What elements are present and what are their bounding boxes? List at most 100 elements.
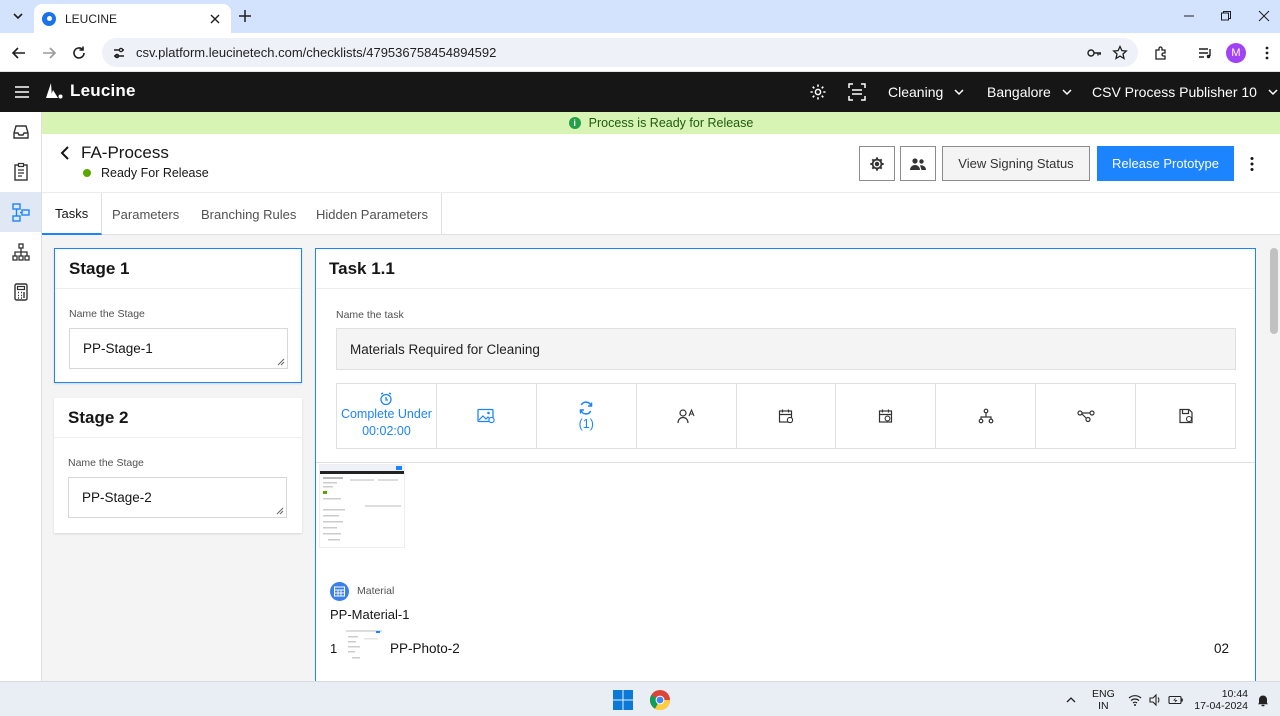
recurrence-count: (1)	[578, 416, 594, 431]
material-name: PP-Material-1	[330, 607, 410, 622]
battery-icon[interactable]	[1168, 693, 1184, 707]
restore-icon[interactable]	[1218, 8, 1234, 24]
reload-icon[interactable]	[70, 44, 88, 62]
page-scrollbar[interactable]	[1270, 248, 1278, 334]
browser-tab-strip: LEUCINE	[0, 0, 1280, 33]
alarm-clock-icon	[380, 392, 393, 406]
material-type-label: Material	[357, 585, 395, 597]
status-dot	[83, 169, 91, 177]
recurrence-button[interactable]: (1)	[537, 384, 637, 448]
process-title: FA-Process	[81, 143, 169, 162]
assign-user-button[interactable]	[637, 384, 737, 448]
minimize-icon[interactable]	[1181, 8, 1197, 24]
address-bar[interactable]: csv.platform.leucinetech.com/checklists/…	[102, 38, 1138, 67]
profile-avatar[interactable]: M	[1226, 43, 1246, 63]
media-button[interactable]	[437, 384, 537, 448]
hierarchy-button[interactable]	[936, 384, 1037, 448]
tab-search-button[interactable]	[6, 5, 30, 27]
stage-name-input[interactable]: PP-Stage-1	[69, 328, 288, 369]
due-date-button[interactable]	[737, 384, 837, 448]
gear-icon	[870, 156, 884, 171]
forward-arrow-icon[interactable]	[40, 44, 58, 62]
task-media-thumbnail[interactable]	[319, 464, 405, 548]
location-dropdown[interactable]: Bangalore	[987, 72, 1073, 112]
task-name-input[interactable]: Materials Required for Cleaning	[336, 328, 1236, 370]
save-doc-icon	[1178, 408, 1193, 424]
stage-card[interactable]: Stage 2 Name the Stage PP-Stage-2	[54, 398, 302, 533]
chevron-down-icon	[954, 89, 964, 96]
release-prototype-button[interactable]: Release Prototype	[1097, 146, 1234, 181]
back-chevron-icon[interactable]	[58, 145, 72, 161]
resize-handle-icon	[276, 507, 284, 515]
stage-title: Stage 1	[55, 249, 301, 289]
scan-icon[interactable]	[848, 83, 866, 101]
media-controls-icon[interactable]	[1196, 44, 1214, 62]
app-header: Leucine Cleaning Bangalore CSV Process P…	[0, 72, 1280, 112]
windows-start-icon[interactable]	[612, 689, 634, 711]
material-item-quantity: 02	[1214, 641, 1230, 656]
nav-inbox[interactable]	[0, 112, 41, 152]
more-options-icon[interactable]	[1240, 146, 1264, 181]
timer-button[interactable]: Complete Under 00:02:00	[337, 384, 437, 448]
volume-icon[interactable]	[1148, 693, 1162, 707]
save-parameter-button[interactable]	[1136, 384, 1235, 448]
chevron-down-icon	[1268, 89, 1278, 96]
user-role-dropdown[interactable]: CSV Process Publisher 10	[1092, 72, 1279, 112]
branching-button[interactable]	[1036, 384, 1137, 448]
collaborators-button[interactable]	[900, 146, 936, 181]
tab-tasks[interactable]: Tasks	[42, 193, 103, 235]
divider	[316, 462, 1255, 463]
close-window-icon[interactable]	[1256, 8, 1272, 24]
task-title: Task 1.1	[316, 249, 1255, 289]
material-item-name: PP-Photo-2	[390, 641, 460, 656]
back-arrow-icon[interactable]	[10, 44, 28, 62]
browser-tab[interactable]: LEUCINE	[34, 4, 231, 33]
nav-reports[interactable]	[0, 272, 41, 312]
image-icon	[477, 408, 495, 424]
input-language[interactable]: ENG IN	[1092, 688, 1115, 712]
extensions-icon[interactable]	[1152, 44, 1170, 62]
resize-handle-icon	[277, 358, 285, 366]
chevron-down-icon	[13, 13, 23, 20]
browser-menu-icon[interactable]	[1258, 44, 1276, 62]
tab-hidden-parameters[interactable]: Hidden Parameters	[303, 193, 442, 235]
stage-card[interactable]: Stage 1 Name the Stage PP-Stage-1	[54, 248, 302, 383]
status-text: Ready For Release	[101, 166, 209, 180]
hamburger-menu-icon[interactable]	[14, 84, 30, 100]
chevron-down-icon	[1062, 89, 1072, 96]
process-status: Ready For Release	[83, 166, 209, 180]
favicon-icon	[42, 11, 56, 26]
nav-checklists[interactable]	[0, 152, 41, 192]
stage-name-input[interactable]: PP-Stage-2	[68, 477, 287, 518]
chevron-up-icon[interactable]	[1064, 693, 1078, 707]
clock-time: 10:44	[1221, 688, 1248, 700]
schedule-button[interactable]	[836, 384, 937, 448]
tab-branching-rules[interactable]: Branching Rules	[188, 193, 309, 235]
view-signing-status-button[interactable]: View Signing Status	[942, 146, 1090, 181]
material-icon	[330, 582, 349, 601]
wifi-icon[interactable]	[1128, 693, 1142, 707]
site-info-icon[interactable]	[112, 46, 126, 60]
leucine-logo[interactable]: Leucine	[44, 81, 136, 101]
hierarchy-icon	[978, 408, 994, 424]
close-tab-icon[interactable]	[207, 11, 223, 27]
browser-toolbar: csv.platform.leucinetech.com/checklists/…	[0, 33, 1280, 72]
bookmark-star-icon[interactable]	[1112, 44, 1128, 61]
tab-parameters[interactable]: Parameters	[99, 193, 192, 235]
schedule-icon	[878, 409, 892, 423]
process-settings-button[interactable]	[859, 146, 895, 181]
settings-gear-icon[interactable]	[809, 83, 827, 101]
material-item-index: 1	[330, 641, 338, 656]
material-photo-thumbnail[interactable]	[346, 630, 382, 664]
chrome-app-icon[interactable]	[649, 689, 671, 711]
facility-dropdown[interactable]: Cleaning	[888, 72, 965, 112]
logo-text: Leucine	[70, 81, 136, 100]
nav-ontology[interactable]	[0, 232, 41, 272]
system-clock[interactable]: 10:44 17-04-2024	[1194, 688, 1248, 712]
stage-name-value: PP-Stage-2	[82, 490, 152, 505]
notification-bell-icon[interactable]	[1256, 693, 1270, 707]
leucine-logo-icon	[46, 83, 63, 99]
new-tab-icon[interactable]	[237, 8, 253, 24]
nav-prototypes[interactable]	[0, 192, 41, 232]
password-key-icon[interactable]	[1086, 45, 1102, 61]
